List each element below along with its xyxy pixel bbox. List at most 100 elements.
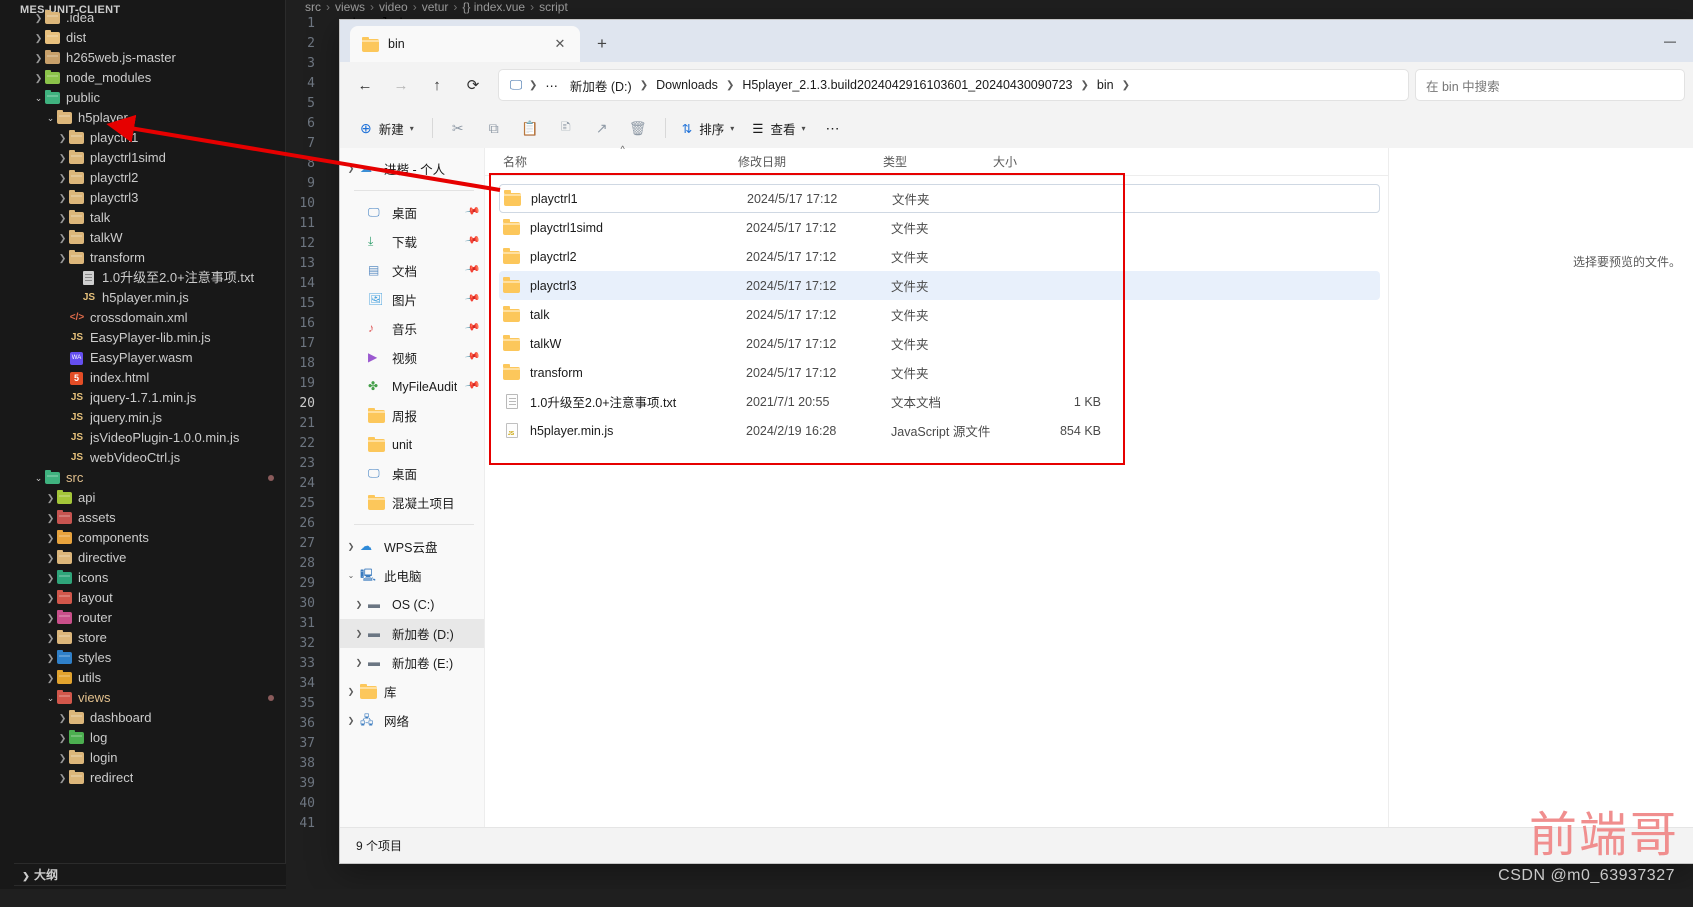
- navigation-pane[interactable]: ❯ ☁ 进楷 - 个人 🖵 桌面 📌 ⤓ 下载 📌 ▤ 文档 📌 🖼 图片 📌 ♪ 音乐 📌 ▶ 视频 📌 …: [340, 148, 485, 827]
- forward-button[interactable]: →: [384, 69, 418, 101]
- up-button[interactable]: ↑: [420, 69, 454, 101]
- nav-item--[interactable]: 周报: [340, 401, 484, 430]
- tree-item-components[interactable]: ❯ components: [14, 528, 286, 548]
- tree-item-log[interactable]: ❯ log: [14, 728, 286, 748]
- tree-item-easyplayer-lib-min-js[interactable]: JS EasyPlayer-lib.min.js: [14, 328, 286, 348]
- breadcrumb-drive[interactable]: 新加卷 (D:): [564, 73, 638, 98]
- minimize-button[interactable]: —: [1647, 20, 1693, 62]
- pin-icon[interactable]: 📌: [464, 319, 481, 335]
- pin-icon[interactable]: 📌: [464, 348, 481, 364]
- file-tree[interactable]: ❯ .idea ❯ dist ❯ h265web.js-master ❯ node_modul…: [14, 8, 286, 788]
- nav-item--[interactable]: ❯ ☁ 进楷 - 个人: [340, 154, 484, 183]
- sort-button[interactable]: ⇅ 排序 ▾: [674, 113, 743, 143]
- this-pc-icon[interactable]: 🖵: [505, 77, 527, 93]
- tree-item-index-html[interactable]: 5 index.html: [14, 368, 286, 388]
- refresh-button[interactable]: ⟳: [456, 69, 490, 101]
- tree-item-directive[interactable]: ❯ directive: [14, 548, 286, 568]
- tree-item-views[interactable]: ⌄ views: [14, 688, 286, 708]
- view-button[interactable]: ☰ 查看 ▾: [744, 113, 813, 143]
- panel-outline[interactable]: ❯ 大纲: [14, 863, 286, 885]
- delete-button[interactable]: 🗑: [621, 113, 655, 143]
- tree-item-webvideoctrl-js[interactable]: JS webVideoCtrl.js: [14, 448, 286, 468]
- breadcrumb-segment[interactable]: video: [379, 0, 408, 14]
- breadcrumb-downloads[interactable]: Downloads: [650, 75, 724, 95]
- column-name[interactable]: 名称 ^: [503, 144, 738, 170]
- nav-item--[interactable]: ♪ 音乐 📌: [340, 314, 484, 343]
- column-date[interactable]: 修改日期: [738, 153, 883, 170]
- pin-icon[interactable]: 📌: [464, 290, 481, 306]
- nav-item--[interactable]: ❯ 🖧 网络: [340, 706, 484, 735]
- tree-item-easyplayer-wasm[interactable]: WA EasyPlayer.wasm: [14, 348, 286, 368]
- breadcrumb-bin[interactable]: bin: [1091, 75, 1120, 95]
- tree-item-talk[interactable]: ❯ talk: [14, 208, 286, 228]
- tree-item-1-0-2-0-txt[interactable]: 1.0升级至2.0+注意事项.txt: [14, 268, 286, 288]
- nav-item--[interactable]: ⤓ 下载 📌: [340, 227, 484, 256]
- nav-item--[interactable]: 混凝土项目: [340, 488, 484, 517]
- tree-item-public[interactable]: ⌄ public: [14, 88, 286, 108]
- tree-item-playctrl3[interactable]: ❯ playctrl3: [14, 188, 286, 208]
- tree-item-playctrl1simd[interactable]: ❯ playctrl1simd: [14, 148, 286, 168]
- tree-item-styles[interactable]: ❯ styles: [14, 648, 286, 668]
- column-type[interactable]: 类型: [883, 153, 993, 170]
- nav-item--d-[interactable]: ❯ ▬ 新加卷 (D:): [340, 619, 484, 648]
- address-bar[interactable]: 🖵 ❯ ⋯ 新加卷 (D:) ❯ Downloads ❯ H5player_2.…: [498, 69, 1409, 101]
- nav-item--[interactable]: 🖼 图片 📌: [340, 285, 484, 314]
- pin-icon[interactable]: 📌: [464, 377, 481, 393]
- tree-item-node-modules[interactable]: ❯ node_modules: [14, 68, 286, 88]
- tree-item-store[interactable]: ❯ store: [14, 628, 286, 648]
- nav-item--[interactable]: ▤ 文档 📌: [340, 256, 484, 285]
- tree-item-utils[interactable]: ❯ utils: [14, 668, 286, 688]
- tree-item-h5player-min-js[interactable]: JS h5player.min.js: [14, 288, 286, 308]
- tree-item--idea[interactable]: ❯ .idea: [14, 8, 286, 28]
- tree-item-api[interactable]: ❯ api: [14, 488, 286, 508]
- tree-item-talkw[interactable]: ❯ talkW: [14, 228, 286, 248]
- tree-item-playctrl2[interactable]: ❯ playctrl2: [14, 168, 286, 188]
- nav-item-wps-[interactable]: ❯ ☁ WPS云盘: [340, 532, 484, 561]
- share-button[interactable]: ↗: [585, 113, 619, 143]
- breadcrumb-segment[interactable]: script: [539, 0, 568, 14]
- tree-item-dist[interactable]: ❯ dist: [14, 28, 286, 48]
- nav-item-unit[interactable]: unit: [340, 430, 484, 459]
- tree-item-assets[interactable]: ❯ assets: [14, 508, 286, 528]
- breadcrumb-segment[interactable]: views: [335, 0, 365, 14]
- breadcrumb-segment[interactable]: {} index.vue: [462, 0, 525, 14]
- tree-item-icons[interactable]: ❯ icons: [14, 568, 286, 588]
- copy-button[interactable]: ⧉: [477, 113, 511, 143]
- nav-item--[interactable]: 🖵 桌面: [340, 459, 484, 488]
- rename-button[interactable]: 🗈: [549, 113, 583, 143]
- tree-item-src[interactable]: ⌄ src: [14, 468, 286, 488]
- breadcrumb-h5player[interactable]: H5player_2.1.3.build2024042916103601_202…: [736, 75, 1078, 95]
- more-options-button[interactable]: ⋯: [816, 113, 850, 143]
- title-bar[interactable]: bin ✕ + —: [340, 20, 1693, 62]
- tree-item-dashboard[interactable]: ❯ dashboard: [14, 708, 286, 728]
- new-tab-button[interactable]: +: [588, 30, 616, 58]
- nav-item-os-c-[interactable]: ❯ ▬ OS (C:): [340, 590, 484, 619]
- pin-icon[interactable]: 📌: [464, 203, 481, 219]
- nav-item--[interactable]: ▶ 视频 📌: [340, 343, 484, 372]
- column-size[interactable]: 大小: [993, 153, 1073, 170]
- nav-item--e-[interactable]: ❯ ▬ 新加卷 (E:): [340, 648, 484, 677]
- close-tab-icon[interactable]: ✕: [548, 32, 572, 56]
- new-button[interactable]: ⊕ 新建 ▾: [352, 113, 422, 143]
- breadcrumb-segment[interactable]: src: [305, 0, 321, 14]
- pin-icon[interactable]: 📌: [464, 232, 481, 248]
- nav-item--[interactable]: 🖵 桌面 📌: [340, 198, 484, 227]
- back-button[interactable]: ←: [348, 69, 382, 101]
- tree-item-router[interactable]: ❯ router: [14, 608, 286, 628]
- nav-item--[interactable]: ⌄ 🖳 此电脑: [340, 561, 484, 590]
- tree-item-jsvideoplugin-1-0-0-min-js[interactable]: JS jsVideoPlugin-1.0.0.min.js: [14, 428, 286, 448]
- pin-icon[interactable]: 📌: [464, 261, 481, 277]
- tree-item-jquery-1-7-1-min-js[interactable]: JS jquery-1.7.1.min.js: [14, 388, 286, 408]
- tree-item-redirect[interactable]: ❯ redirect: [14, 768, 286, 788]
- breadcrumb-segment[interactable]: vetur: [422, 0, 449, 14]
- nav-item--[interactable]: ❯ 库: [340, 677, 484, 706]
- breadcrumb-overflow[interactable]: ⋯: [539, 75, 564, 96]
- tree-item-h265web-js-master[interactable]: ❯ h265web.js-master: [14, 48, 286, 68]
- paste-button[interactable]: 📋: [513, 113, 547, 143]
- search-input[interactable]: 在 bin 中搜索: [1415, 69, 1685, 101]
- cut-button[interactable]: ✂: [441, 113, 475, 143]
- tree-item-h5player[interactable]: ⌄ h5player: [14, 108, 286, 128]
- tree-item-playctrl1[interactable]: ❯ playctrl1: [14, 128, 286, 148]
- activity-bar[interactable]: [0, 0, 14, 907]
- tree-item-layout[interactable]: ❯ layout: [14, 588, 286, 608]
